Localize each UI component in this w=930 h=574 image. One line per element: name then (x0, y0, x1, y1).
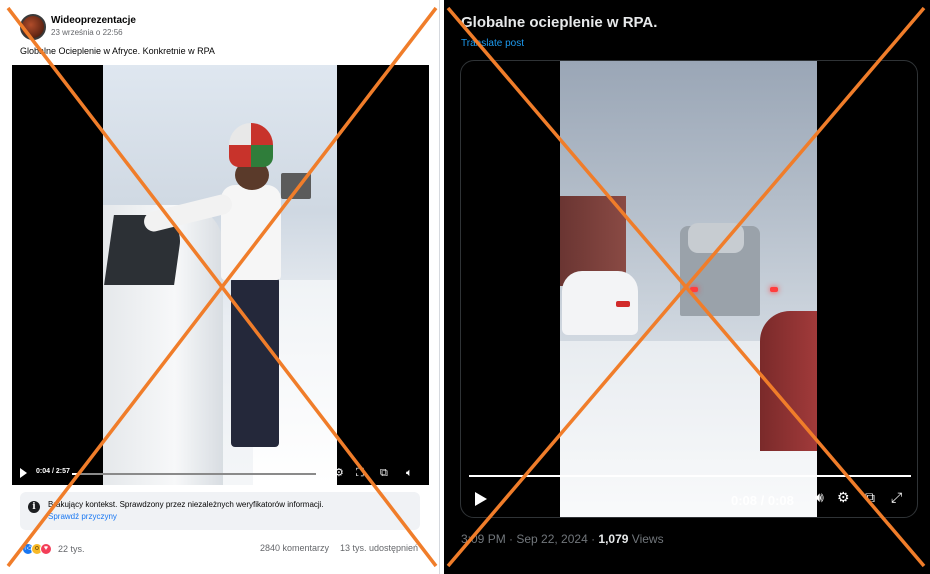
video-time: 0:04 / 2:57 (36, 468, 70, 475)
pip-icon[interactable]: ⧉ (380, 467, 388, 479)
facebook-post: Wideoprezentacje 23 września o 22:56 Glo… (0, 0, 440, 574)
play-icon[interactable] (475, 492, 487, 506)
red-car (760, 311, 817, 451)
video-progress-fill (72, 473, 77, 475)
fullscreen-icon[interactable]: ⤢ (891, 489, 902, 505)
settings-icon[interactable]: ⚙ (837, 489, 850, 505)
person-hat (229, 123, 273, 167)
post-caption: Globalne Ocieplenie w Afryce. Konkretnie… (20, 46, 215, 56)
video-progress-bar[interactable] (469, 475, 911, 477)
video-controls: 0:04 / 2:57 ⚙ ⛶ ⧉ 🔈︎ (12, 463, 429, 485)
love-icon: ♥ (40, 543, 52, 555)
settings-icon[interactable]: ⚙ (334, 467, 344, 479)
video-progress-fill (469, 475, 911, 477)
video-player[interactable]: 0:08 / 0:08 🔊︎ ⚙ ⧉ ⤢ (460, 60, 918, 518)
page-avatar[interactable] (20, 14, 46, 40)
pip-icon[interactable]: ⧉ (865, 489, 875, 505)
background-truck (281, 173, 311, 199)
play-icon[interactable] (20, 468, 27, 478)
fullscreen-icon[interactable]: ⛶ (356, 467, 364, 479)
info-icon: i (28, 501, 40, 513)
video-time: 0:08 / 0:08 (731, 493, 794, 508)
video-progress-bar[interactable] (72, 473, 316, 475)
video-frame (103, 65, 337, 485)
car-tail-light (616, 301, 630, 307)
volume-icon[interactable]: 🔊︎ (815, 489, 824, 505)
x-post: Globalne ocieplenie w RPA. Translate pos… (444, 0, 930, 574)
post-text: Globalne ocieplenie w RPA. (461, 14, 658, 31)
views-label: Views (628, 532, 664, 546)
tractor-light-left (690, 287, 698, 292)
tractor-cab (688, 223, 744, 253)
translate-link[interactable]: Translate post (461, 38, 524, 49)
shares-count[interactable]: 13 tys. udostępnień (340, 543, 418, 553)
reactions-summary[interactable]: 👍︎ o ♥ 22 tys. (22, 542, 85, 556)
video-player[interactable]: 0:04 / 2:57 ⚙ ⛶ ⧉ 🔈︎ (12, 65, 429, 485)
context-link[interactable]: Sprawdź przyczyny (48, 512, 117, 521)
post-date[interactable]: 23 września o 22:56 (51, 28, 123, 37)
page-name[interactable]: Wideoprezentacje (51, 15, 136, 26)
reactions-count: 22 tys. (58, 544, 85, 554)
person-legs (231, 277, 279, 447)
post-timestamp[interactable]: 3:09 PM · Sep 22, 2024 · (461, 532, 598, 546)
tractor-light-right (770, 287, 778, 292)
comments-count[interactable]: 2840 komentarzy (260, 543, 329, 553)
missing-context-banner: i Brakujący kontekst. Sprawdzony przez n… (20, 492, 420, 530)
video-frame (560, 61, 817, 517)
context-text: Brakujący kontekst. Sprawdzony przez nie… (48, 500, 324, 509)
volume-icon[interactable]: 🔈︎ (406, 467, 413, 479)
post-metadata: 3:09 PM · Sep 22, 2024 · 1,079 Views (461, 532, 664, 546)
views-count: 1,079 (598, 532, 629, 546)
